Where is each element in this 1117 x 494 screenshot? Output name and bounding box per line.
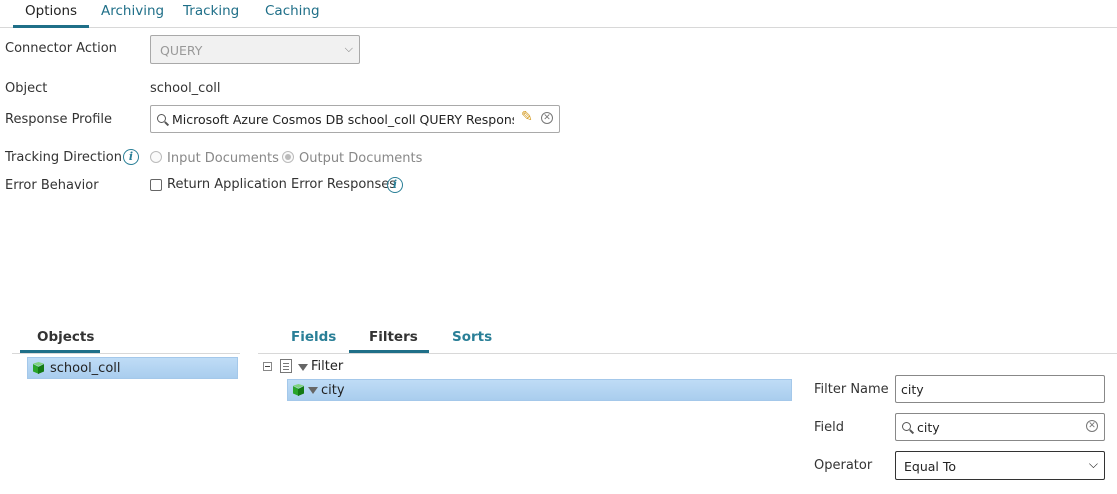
operator-label: Operator (814, 458, 873, 473)
filter-name-value: city (901, 382, 924, 397)
tab-sorts[interactable]: Sorts (452, 329, 492, 345)
object-item-label: school_coll (50, 361, 121, 376)
search-icon (902, 422, 912, 432)
input-documents-label: Input Documents (167, 151, 279, 166)
response-profile-field[interactable]: Microsoft Azure Cosmos DB school_coll QU… (150, 105, 560, 133)
top-tab-bar: Options Archiving Tracking Caching (0, 0, 1117, 28)
filter-name-input[interactable]: city (895, 375, 1105, 403)
chevron-down-icon: ⌵ (344, 42, 353, 55)
return-error-responses-checkbox[interactable] (150, 179, 162, 191)
object-label: Object (5, 81, 48, 96)
filter-tree-item[interactable]: city (287, 379, 792, 401)
field-input[interactable]: city ✕ (895, 413, 1105, 441)
operator-select[interactable]: Equal To ⌵ (895, 451, 1105, 480)
tab-fields[interactable]: Fields (291, 329, 336, 345)
error-behavior-label: Error Behavior (5, 178, 99, 193)
tab-filters[interactable]: Filters (369, 329, 418, 345)
tab-caching[interactable]: Caching (265, 3, 320, 19)
info-icon[interactable]: i (123, 149, 139, 165)
search-icon (157, 114, 167, 124)
clear-icon[interactable]: ✕ (1086, 420, 1098, 432)
detail-divider (258, 353, 1117, 354)
response-profile-value: Microsoft Azure Cosmos DB school_coll QU… (172, 112, 514, 127)
filter-item-label: city (321, 383, 345, 398)
objects-divider (12, 353, 240, 354)
cube-icon (293, 384, 304, 396)
connector-action-value: QUERY (160, 43, 203, 58)
clear-icon[interactable]: ✕ (541, 112, 553, 124)
input-documents-radio[interactable] (150, 151, 162, 163)
response-profile-label: Response Profile (5, 112, 112, 127)
info-icon[interactable]: i (387, 177, 403, 193)
pencil-edit-icon[interactable]: ✎ (521, 109, 533, 125)
tracking-direction-label: Tracking Direction (5, 150, 122, 165)
output-documents-label: Output Documents (299, 151, 423, 166)
object-value: school_coll (150, 81, 221, 96)
operator-value: Equal To (904, 459, 957, 474)
caret-down-icon[interactable] (298, 364, 308, 371)
filter-name-label: Filter Name (814, 382, 889, 397)
field-label: Field (814, 420, 845, 435)
chevron-down-icon: ⌵ (1088, 457, 1098, 471)
output-documents-radio[interactable] (282, 151, 294, 163)
tab-archiving[interactable]: Archiving (101, 3, 164, 19)
cube-icon (33, 362, 44, 374)
tab-tracking[interactable]: Tracking (183, 3, 239, 19)
filter-group-icon (280, 359, 292, 373)
caret-down-icon[interactable] (308, 387, 318, 394)
collapse-icon[interactable] (263, 362, 272, 371)
active-tab-indicator (13, 25, 89, 28)
connector-action-select[interactable]: QUERY ⌵ (150, 35, 360, 64)
connector-action-label: Connector Action (5, 41, 117, 56)
objects-tab[interactable]: Objects (37, 329, 94, 345)
filter-root-label: Filter (311, 359, 344, 374)
field-value: city (917, 420, 940, 435)
return-error-responses-label: Return Application Error Responses (167, 177, 397, 192)
tab-options[interactable]: Options (25, 3, 77, 19)
object-list-item[interactable]: school_coll (27, 357, 238, 379)
